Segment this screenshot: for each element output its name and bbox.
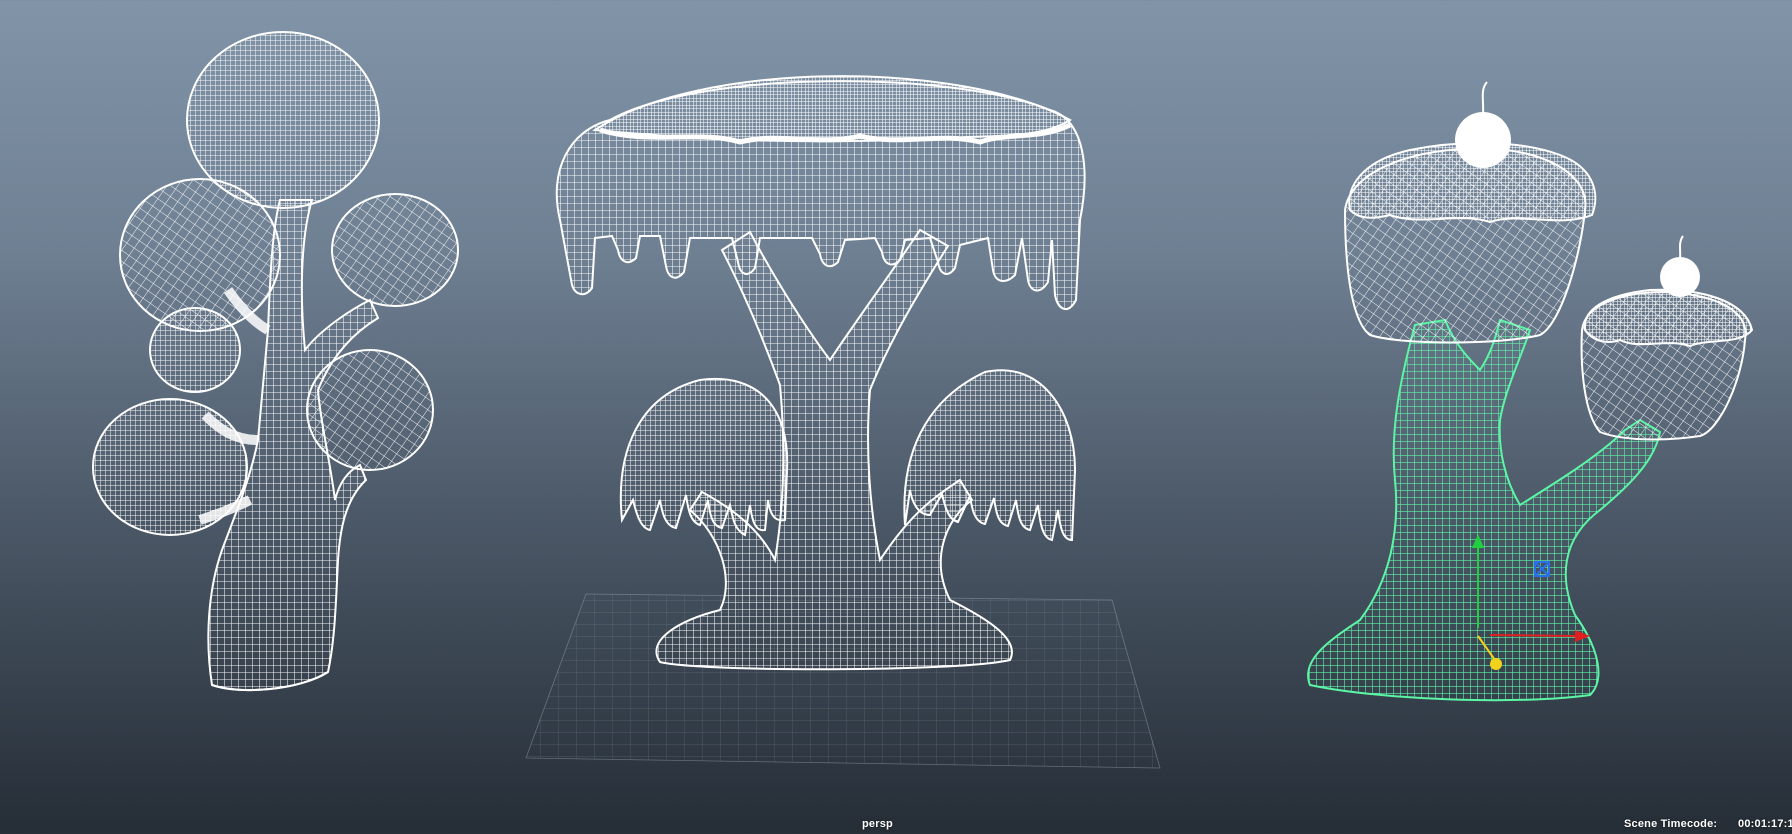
- mushroom-tree-mesh[interactable]: [555, 75, 1086, 671]
- scene-timecode-label: Scene Timecode:: [1624, 818, 1718, 830]
- camera-name-label: persp: [862, 818, 893, 830]
- scene-canvas[interactable]: [0, 0, 1792, 834]
- lollipop-tree-mesh[interactable]: [92, 31, 459, 692]
- cupcake-tree-mesh-selected[interactable]: [1307, 81, 1754, 702]
- perspective-viewport[interactable]: persp Scene Timecode: 00:01:17:17: [0, 0, 1792, 834]
- scene-timecode-value: 00:01:17:17: [1738, 818, 1792, 830]
